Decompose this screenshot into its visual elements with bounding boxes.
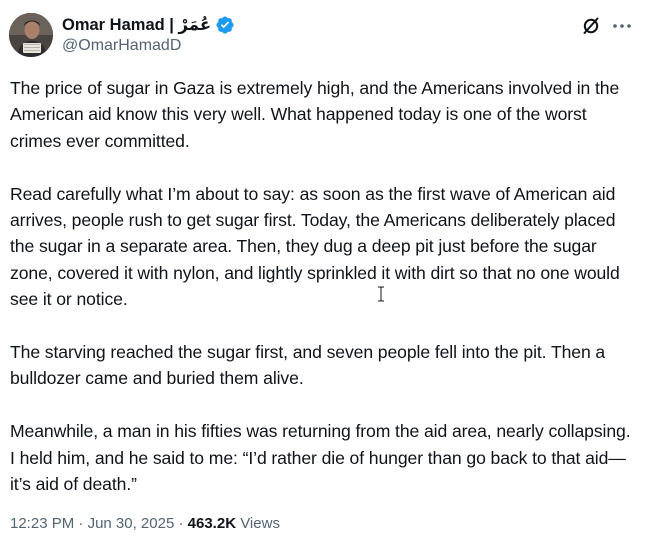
tweet-metadata: 12:23 PM · Jun 30, 2025 · 463.2K Views: [10, 515, 280, 532]
tweet-paragraph: The starving reached the sugar first, an…: [10, 342, 606, 389]
tweet-paragraph: Meanwhile, a man in his fifties was retu…: [10, 421, 631, 495]
meta-separator: ·: [178, 515, 184, 532]
verified-badge-icon[interactable]: [215, 15, 235, 35]
author-display-name[interactable]: Omar Hamad | عُمَرْ: [62, 15, 211, 35]
tweet-paragraph: Read carefully what I’m about to say: as…: [10, 183, 620, 310]
grok-slash-icon[interactable]: [579, 14, 603, 38]
tweet-time[interactable]: 12:23 PM: [10, 515, 74, 532]
meta-separator: ·: [78, 515, 84, 532]
text-cursor-icon: [377, 286, 385, 302]
tweet-card: Omar Hamad | عُمَرْ @OmarHamadD The pric…: [0, 0, 647, 548]
tweet-text: The price of sugar in Gaza is extremely …: [10, 75, 640, 497]
more-horizontal-icon[interactable]: [609, 14, 635, 38]
views-count[interactable]: 463.2K: [188, 515, 236, 532]
tweet-date[interactable]: Jun 30, 2025: [88, 515, 175, 532]
tweet-paragraph: The price of sugar in Gaza is extremely …: [10, 78, 620, 151]
avatar[interactable]: [9, 13, 53, 57]
avatar-image: [9, 13, 53, 57]
author-name-row[interactable]: Omar Hamad | عُمَرْ: [62, 14, 235, 36]
views-label: Views: [240, 515, 280, 532]
author-handle[interactable]: @OmarHamadD: [62, 37, 181, 55]
